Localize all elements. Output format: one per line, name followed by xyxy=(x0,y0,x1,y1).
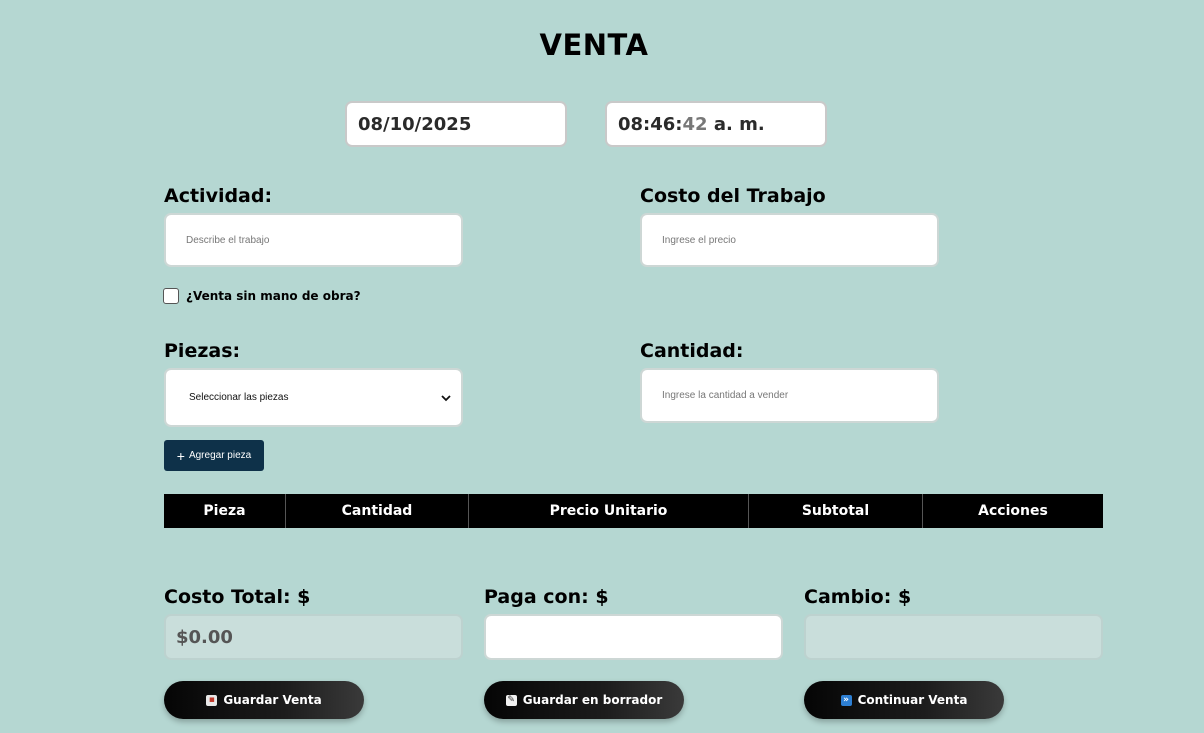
continue-sale-label: Continuar Venta xyxy=(857,693,968,707)
paga-con-input[interactable] xyxy=(484,614,783,660)
plus-icon: + xyxy=(176,447,185,464)
time-hm: 08:46: xyxy=(618,114,683,135)
date-field[interactable]: 08/10/2025 xyxy=(345,101,567,147)
save-draft-label: Guardar en borrador xyxy=(522,693,663,707)
date-value: 08/10/2025 xyxy=(358,114,472,135)
costo-total-label: Costo Total: $ xyxy=(164,586,311,608)
piezas-label: Piezas: xyxy=(164,340,241,362)
time-ampm: a. m. xyxy=(707,114,765,135)
page-title: VENTA xyxy=(539,28,649,62)
costo-total-value: $0.00 xyxy=(176,627,233,648)
costo-trabajo-input[interactable]: Ingrese el precio xyxy=(640,213,939,267)
chevron-down-icon xyxy=(441,391,451,405)
save-sale-button[interactable]: ▪ Guardar Venta xyxy=(164,681,364,719)
costo-trabajo-label: Costo del Trabajo xyxy=(640,185,826,207)
save-draft-button[interactable]: ✎ Guardar en borrador xyxy=(484,681,684,719)
paga-con-label: Paga con: $ xyxy=(484,586,609,608)
continue-sale-button[interactable]: » Continuar Venta xyxy=(804,681,1004,719)
column-header-pieza: Pieza xyxy=(164,494,286,528)
pieces-table-header: Pieza Cantidad Precio Unitario Subtotal … xyxy=(164,494,1103,528)
cantidad-label: Cantidad: xyxy=(640,340,744,362)
column-header-precio-unitario: Precio Unitario xyxy=(469,494,749,528)
actividad-placeholder: Describe el trabajo xyxy=(186,234,270,246)
time-seconds: 42 xyxy=(682,114,708,135)
memo-icon: ✎ xyxy=(505,694,517,706)
fast-forward-icon: » xyxy=(840,694,852,706)
sin-mano-obra-checkbox[interactable] xyxy=(163,288,179,304)
sale-form-page: VENTA 08/10/2025 08:46:42 a. m. Activida… xyxy=(0,0,1204,733)
costo-trabajo-placeholder: Ingrese el precio xyxy=(662,234,736,246)
actividad-label: Actividad: xyxy=(164,185,273,207)
save-sale-label: Guardar Venta xyxy=(223,693,322,707)
add-piece-button[interactable]: + Agregar pieza xyxy=(164,440,264,471)
cambio-label: Cambio: $ xyxy=(804,586,912,608)
cambio-field xyxy=(804,614,1103,660)
add-piece-label: Agregar pieza xyxy=(188,450,252,461)
costo-total-field: $0.00 xyxy=(164,614,463,660)
save-icon: ▪ xyxy=(206,694,218,706)
paga-con-value xyxy=(486,616,781,638)
cambio-value xyxy=(806,616,1101,638)
piezas-select[interactable]: Seleccionar las piezas xyxy=(164,368,463,427)
piezas-selected: Seleccionar las piezas xyxy=(189,392,289,403)
actividad-input[interactable]: Describe el trabajo xyxy=(164,213,463,267)
time-field[interactable]: 08:46:42 a. m. xyxy=(605,101,827,147)
sin-mano-obra-label: ¿Venta sin mano de obra? xyxy=(186,289,361,303)
cantidad-placeholder: Ingrese la cantidad a vender xyxy=(662,390,789,401)
column-header-acciones: Acciones xyxy=(978,503,1048,519)
column-header-cantidad: Cantidad xyxy=(286,494,469,528)
column-header-subtotal: Subtotal xyxy=(749,494,923,528)
cantidad-input[interactable]: Ingrese la cantidad a vender xyxy=(640,368,939,423)
